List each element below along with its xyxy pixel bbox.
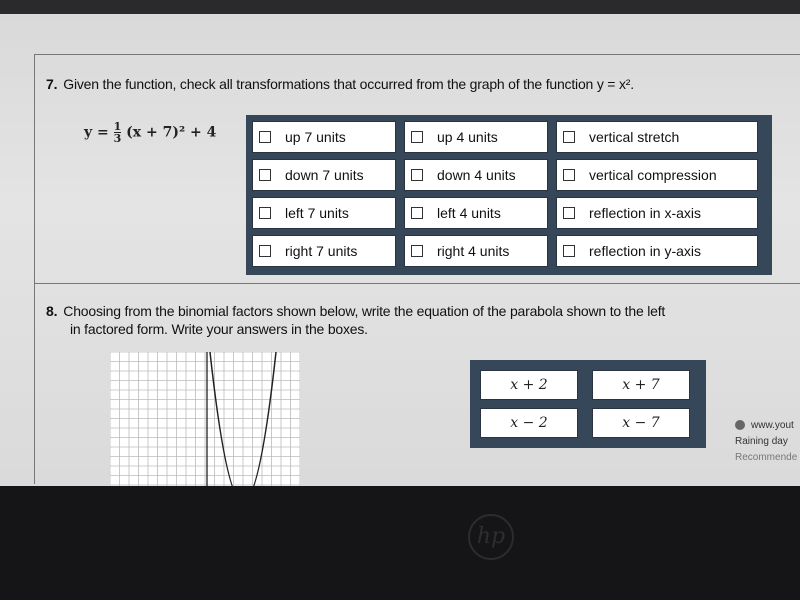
option-vertical-stretch[interactable]: vertical stretch xyxy=(556,121,758,153)
transformation-options-grid: up 7 units up 4 units vertical stretch d… xyxy=(246,115,772,275)
option-up-7[interactable]: up 7 units xyxy=(252,121,396,153)
option-label: vertical compression xyxy=(589,167,717,183)
site-icon xyxy=(735,420,745,431)
parabola-graph xyxy=(110,352,300,486)
option-reflection-x[interactable]: reflection in x-axis xyxy=(556,197,758,229)
checkbox[interactable] xyxy=(411,245,423,257)
checkbox[interactable] xyxy=(411,169,423,181)
fraction: 13 xyxy=(113,121,122,145)
factor-x-minus-2[interactable]: x − 2 xyxy=(480,408,578,438)
checkbox[interactable] xyxy=(411,207,423,219)
option-label: reflection in x-axis xyxy=(589,205,702,221)
option-reflection-y[interactable]: reflection in y-axis xyxy=(556,235,758,267)
checkbox[interactable] xyxy=(563,131,575,143)
option-label: reflection in y-axis xyxy=(589,243,702,259)
option-right-4[interactable]: right 4 units xyxy=(404,235,548,267)
laptop-bezel xyxy=(0,486,800,600)
option-down-4[interactable]: down 4 units xyxy=(404,159,548,191)
option-label: vertical stretch xyxy=(589,129,680,145)
option-label: left 7 units xyxy=(285,205,349,221)
youtube-popup[interactable]: www.yout Raining day Recommende xyxy=(735,418,797,466)
popup-title: Raining day xyxy=(735,436,788,447)
given-function: y = 13 (x + 7)² + 4 xyxy=(84,121,216,144)
option-left-7[interactable]: left 7 units xyxy=(252,197,396,229)
checkbox[interactable] xyxy=(411,131,423,143)
function-prefix: y = xyxy=(84,124,109,141)
prompt-line-1: Choosing from the binomial factors shown… xyxy=(63,303,666,319)
checkbox[interactable] xyxy=(259,131,271,143)
factor-x-plus-2[interactable]: x + 2 xyxy=(480,370,578,400)
option-right-7[interactable]: right 7 units xyxy=(252,235,396,267)
bezel-top xyxy=(0,0,800,14)
checkbox[interactable] xyxy=(563,169,575,181)
option-label: down 4 units xyxy=(437,167,516,183)
checkbox[interactable] xyxy=(563,245,575,257)
option-label: down 7 units xyxy=(285,167,364,183)
popup-subtitle: Recommende xyxy=(735,452,798,463)
option-vertical-compression[interactable]: vertical compression xyxy=(556,159,758,191)
checkbox[interactable] xyxy=(259,245,271,257)
function-suffix: (x + 7)² + 4 xyxy=(126,124,217,141)
question-number: 8. xyxy=(46,303,58,319)
question-number: 7. xyxy=(46,76,58,92)
checkbox[interactable] xyxy=(563,207,575,219)
factor-options-grid: x + 2 x + 7 x − 2 x − 7 xyxy=(470,360,706,448)
denominator: 3 xyxy=(113,132,122,145)
option-label: right 7 units xyxy=(285,243,358,259)
option-label: up 7 units xyxy=(285,129,346,145)
checkbox[interactable] xyxy=(259,169,271,181)
prompt-text: Given the function, check all transforma… xyxy=(63,76,634,92)
checkbox[interactable] xyxy=(259,207,271,219)
question-7-prompt: 7. Given the function, check all transfor… xyxy=(46,76,634,92)
factor-x-plus-7[interactable]: x + 7 xyxy=(592,370,690,400)
factor-x-minus-7[interactable]: x − 7 xyxy=(592,408,690,438)
question-8-prompt: 8. Choosing from the binomial factors sho… xyxy=(46,303,665,319)
hp-logo: hp xyxy=(468,514,514,560)
option-up-4[interactable]: up 4 units xyxy=(404,121,548,153)
option-label: right 4 units xyxy=(437,243,510,259)
option-label: up 4 units xyxy=(437,129,498,145)
option-label: left 4 units xyxy=(437,205,501,221)
popup-url: www.yout xyxy=(751,420,794,431)
option-down-7[interactable]: down 7 units xyxy=(252,159,396,191)
option-left-4[interactable]: left 4 units xyxy=(404,197,548,229)
question-8-prompt-2: in factored form. Write your answers in … xyxy=(70,321,368,337)
